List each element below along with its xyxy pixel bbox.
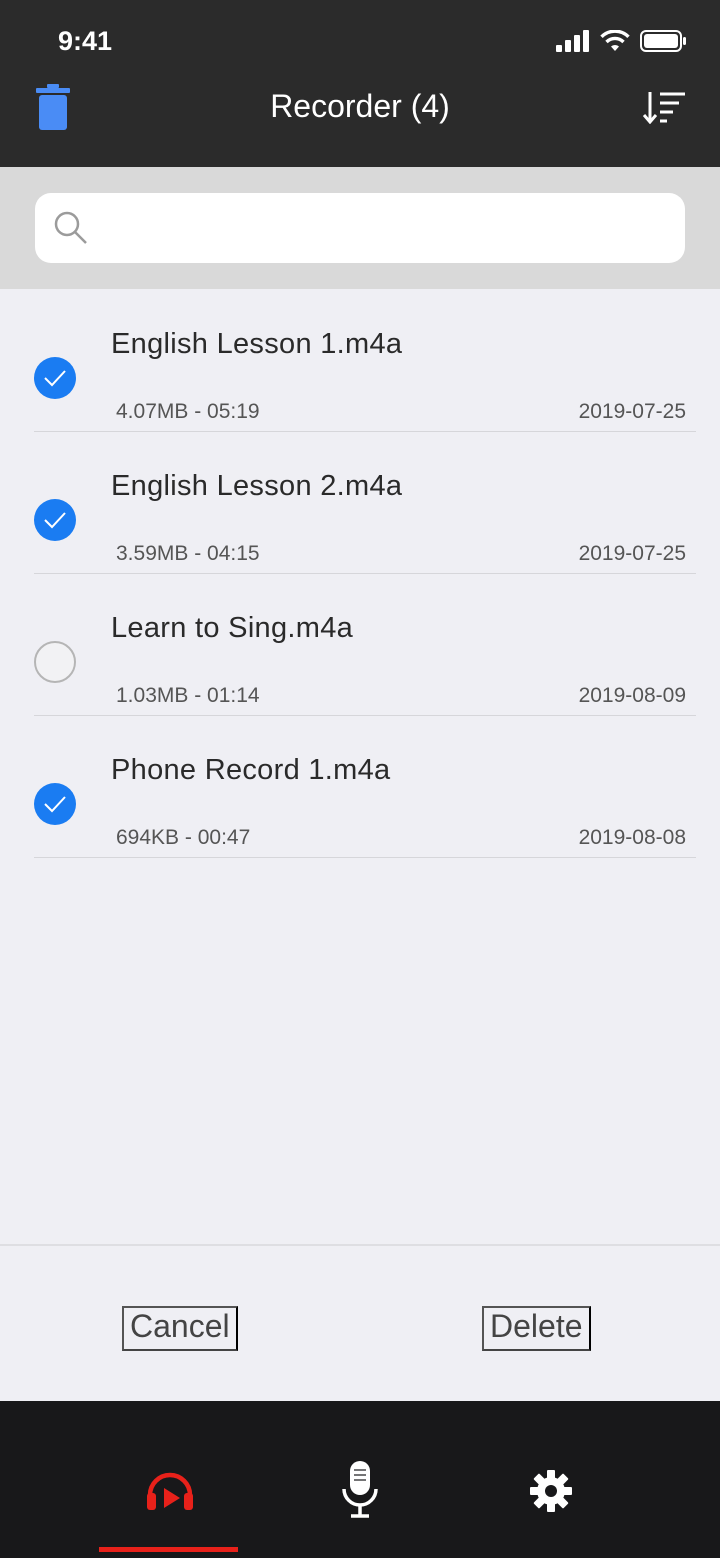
status-icons bbox=[556, 30, 686, 52]
signal-icon bbox=[556, 30, 589, 52]
search-area bbox=[0, 167, 720, 289]
tab-record[interactable] bbox=[330, 1461, 390, 1521]
checkmark-icon bbox=[44, 796, 66, 813]
delete-button[interactable]: Delete bbox=[482, 1306, 591, 1351]
microphone-icon bbox=[342, 1461, 378, 1518]
battery-icon bbox=[640, 30, 686, 52]
list-item[interactable]: English Lesson 1.m4a 4.07MB - 05:19 2019… bbox=[34, 290, 696, 432]
header: 9:41 Recorder (4) bbox=[0, 0, 720, 167]
active-tab-indicator bbox=[99, 1547, 238, 1552]
selected-checkbox[interactable] bbox=[34, 357, 76, 399]
list-item[interactable]: English Lesson 2.m4a 3.59MB - 04:15 2019… bbox=[34, 432, 696, 574]
wifi-icon bbox=[600, 30, 630, 51]
search-input[interactable] bbox=[101, 203, 671, 253]
file-date: 2019-07-25 bbox=[578, 400, 686, 423]
gear-icon bbox=[530, 1470, 572, 1512]
headphones-play-icon bbox=[147, 1472, 193, 1510]
file-meta: 4.07MB - 05:19 bbox=[116, 400, 260, 423]
file-meta: 3.59MB - 04:15 bbox=[116, 542, 260, 565]
list-item[interactable]: Learn to Sing.m4a 1.03MB - 01:14 2019-08… bbox=[34, 574, 696, 716]
unselected-checkbox[interactable] bbox=[34, 641, 76, 683]
recordings-list: English Lesson 1.m4a 4.07MB - 05:19 2019… bbox=[0, 290, 720, 858]
status-time: 9:41 bbox=[58, 26, 113, 56]
file-date: 2019-08-09 bbox=[578, 684, 686, 707]
file-name: Learn to Sing.m4a bbox=[111, 612, 354, 644]
page-title: Recorder (4) bbox=[270, 88, 450, 124]
selected-checkbox[interactable] bbox=[34, 783, 76, 825]
file-date: 2019-07-25 bbox=[578, 542, 686, 565]
file-name: English Lesson 1.m4a bbox=[111, 328, 403, 360]
action-bar: Cancel Delete bbox=[0, 1244, 720, 1401]
tab-settings[interactable] bbox=[521, 1461, 581, 1521]
tab-bar bbox=[0, 1401, 720, 1558]
list-item[interactable]: Phone Record 1.m4a 694KB - 00:47 2019-08… bbox=[34, 716, 696, 858]
checkmark-icon bbox=[44, 370, 66, 387]
search-box[interactable] bbox=[35, 193, 685, 263]
file-name: Phone Record 1.m4a bbox=[111, 754, 391, 786]
checkmark-icon bbox=[44, 512, 66, 529]
tab-player[interactable] bbox=[140, 1461, 200, 1521]
sort-button[interactable] bbox=[642, 90, 686, 125]
selected-checkbox[interactable] bbox=[34, 499, 76, 541]
cancel-button[interactable]: Cancel bbox=[122, 1306, 238, 1351]
file-name: English Lesson 2.m4a bbox=[111, 470, 403, 502]
search-icon bbox=[54, 211, 87, 244]
sort-icon bbox=[642, 92, 685, 125]
file-meta: 1.03MB - 01:14 bbox=[116, 684, 260, 707]
file-meta: 694KB - 00:47 bbox=[116, 826, 251, 849]
file-date: 2019-08-08 bbox=[578, 826, 686, 849]
